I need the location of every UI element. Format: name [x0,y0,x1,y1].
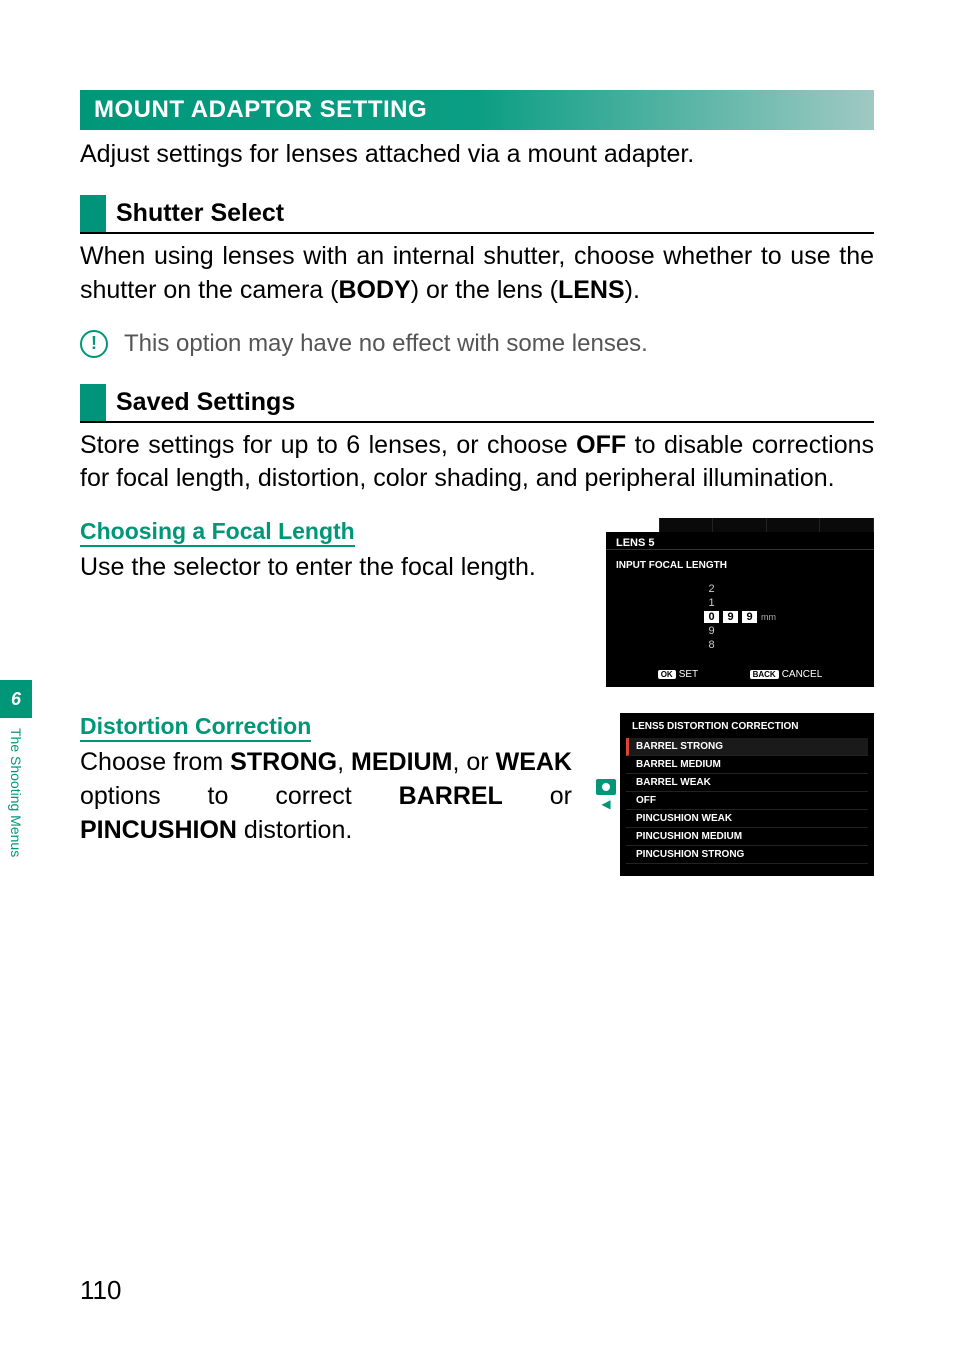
text: ) or the lens ( [411,276,558,304]
subheading-shutter: Shutter Select [80,195,874,234]
digit-col-1: 9 [723,607,738,627]
topic-body: Use the selector to enter the focal leng… [80,551,582,585]
back-label: CANCEL [782,669,823,680]
lcd-subtitle: INPUT FOCAL LENGTH [606,550,874,579]
subheading-label: Shutter Select [116,195,284,232]
menu-item-barrel-weak[interactable]: BARREL WEAK [626,774,868,792]
topic-distortion: Distortion Correction Choose from STRONG… [80,713,874,876]
page-number: 110 [80,1275,121,1306]
unit-label: mm [761,612,776,622]
lcd-spinner[interactable]: 2 1 0 9 8 9 9 mm [606,579,874,667]
unit-col: mm [761,608,776,626]
left-arrow-icon: ◀ [588,594,599,611]
text: distortion. [237,816,352,844]
topic-title: Choosing a Focal Length [80,518,355,547]
digit-selected: 9 [723,611,738,623]
bold-medium: MEDIUM [351,748,452,776]
bold-off: OFF [576,431,626,459]
bold-barrel: BARREL [399,782,503,810]
caution-icon: ! [80,330,108,358]
ok-chip: OK [658,670,676,679]
text: ). [625,276,640,304]
chapter-number: 6 [0,680,32,718]
text: or [503,782,572,810]
section-title: MOUNT ADAPTOR SETTING [80,90,874,130]
digit-above: 1 [704,597,719,609]
section-intro: Adjust settings for lenses attached via … [80,130,874,195]
text: , or [452,748,495,776]
lcd-menu[interactable]: BARREL STRONG BARREL MEDIUM BARREL WEAK … [620,738,874,864]
topic-body: Choose from STRONG, MEDIUM, or WEAK opti… [80,746,572,847]
ok-action[interactable]: OKSET [658,669,698,680]
digit-above: 2 [704,583,719,595]
menu-item-off[interactable]: OFF [626,792,868,810]
chapter-label: The Shooting Menus [8,718,24,857]
left-arrow-icon: ◀ [601,797,610,811]
lcd-side-icons: ◀ [596,779,616,811]
lcd-footer: OKSET BACKCANCEL [606,667,874,684]
camera-icon [596,779,616,795]
digit-col-0: 2 1 0 9 8 [704,583,719,651]
caution-note: ! This option may have no effect with so… [80,330,874,358]
text: , [337,748,351,776]
digit-selected: 9 [742,611,757,623]
digit-selected: 0 [704,611,719,623]
saved-body: Store settings for up to 6 lenses, or ch… [80,429,874,497]
menu-item-pincushion-medium[interactable]: PINCUSHION MEDIUM [626,828,868,846]
back-chip: BACK [750,670,779,679]
digit-below: 9 [704,625,719,637]
chapter-tab: 6 The Shooting Menus [0,680,32,857]
subheading-saved: Saved Settings [80,384,874,423]
subheading-marker [80,384,106,421]
bold-weak: WEAK [496,748,572,776]
ok-label: SET [679,669,698,680]
menu-item-barrel-strong[interactable]: BARREL STRONG [626,738,868,756]
back-action[interactable]: BACKCANCEL [750,669,823,680]
lcd-tabstrip [606,518,874,532]
bold-pincushion: PINCUSHION [80,816,237,844]
lcd-focal-length: ◀ LENS 5 INPUT FOCAL LENGTH 2 1 0 9 8 9 [606,518,874,687]
menu-item-barrel-medium[interactable]: BARREL MEDIUM [626,756,868,774]
menu-item-pincushion-strong[interactable]: PINCUSHION STRONG [626,846,868,864]
topic-title: Distortion Correction [80,713,311,742]
lcd-title: LENS5 DISTORTION CORRECTION [620,713,874,738]
bold-lens: LENS [558,276,625,304]
lcd-distortion: LENS5 DISTORTION CORRECTION BARREL STRON… [620,713,874,876]
text: Store settings for up to 6 lenses, or ch… [80,431,576,459]
digit-below: 8 [704,639,719,651]
caution-text: This option may have no effect with some… [124,330,648,358]
subheading-label: Saved Settings [116,384,295,421]
digit-col-2: 9 [742,607,757,627]
bold-strong: STRONG [230,748,337,776]
bold-body: BODY [338,276,410,304]
lcd-title: LENS 5 [606,532,874,550]
text: Choose from [80,748,230,776]
topic-focal-length: Choosing a Focal Length Use the selector… [80,518,874,687]
menu-item-pincushion-weak[interactable]: PINCUSHION WEAK [626,810,868,828]
subheading-marker [80,195,106,232]
text: options to correct [80,782,399,810]
shutter-body: When using lenses with an internal shutt… [80,240,874,308]
